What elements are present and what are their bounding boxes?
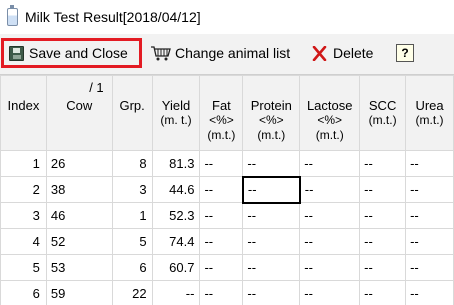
grp-cell[interactable]: 6 bbox=[111, 254, 153, 281]
header-index[interactable]: Index bbox=[0, 75, 47, 151]
protein-cell[interactable]: -- bbox=[242, 280, 301, 305]
fat-cell[interactable]: -- bbox=[199, 228, 244, 255]
save-and-close-button[interactable]: Save and Close bbox=[1, 38, 142, 68]
scc-cell[interactable]: -- bbox=[359, 228, 407, 255]
scc-cell[interactable]: -- bbox=[359, 280, 407, 305]
scc-cell[interactable]: -- bbox=[359, 202, 407, 229]
index-cell: 6 bbox=[0, 280, 47, 305]
header-lactose[interactable]: Lactose <%> (m.t.) bbox=[299, 75, 361, 151]
table-row[interactable]: 3 46 1 52.3 -- -- -- -- -- bbox=[0, 202, 454, 229]
urea-cell[interactable]: -- bbox=[405, 176, 454, 203]
title-bar: Milk Test Result[2018/04/12] bbox=[0, 0, 454, 35]
grp-cell[interactable]: 1 bbox=[111, 202, 153, 229]
protein-cell[interactable]: -- bbox=[242, 228, 301, 255]
header-fat[interactable]: Fat <%> (m.t.) bbox=[199, 75, 244, 151]
cart-icon bbox=[151, 46, 171, 61]
yield-cell[interactable]: -- bbox=[151, 280, 201, 305]
fat-cell[interactable]: -- bbox=[199, 202, 244, 229]
change-animal-list-button[interactable]: Change animal list bbox=[148, 38, 300, 68]
table-row[interactable]: 2 38 3 44.6 -- -- -- -- -- bbox=[0, 175, 454, 204]
cow-cell[interactable]: 52 bbox=[45, 228, 113, 255]
index-cell: 3 bbox=[0, 202, 47, 229]
milk-bottle-icon bbox=[7, 5, 18, 26]
urea-cell[interactable]: -- bbox=[405, 150, 454, 177]
urea-cell[interactable]: -- bbox=[405, 280, 454, 305]
yield-cell[interactable]: 74.4 bbox=[151, 228, 201, 255]
yield-cell[interactable]: 60.7 bbox=[151, 254, 201, 281]
grp-cell[interactable]: 22 bbox=[111, 280, 153, 305]
index-cell: 2 bbox=[0, 176, 47, 203]
help-button[interactable]: ? bbox=[396, 38, 418, 68]
delete-x-icon bbox=[312, 45, 327, 61]
toolbar: Save and Close Change animal list Delete… bbox=[0, 34, 454, 75]
lactose-cell[interactable]: -- bbox=[299, 254, 361, 281]
cow-cell[interactable]: 53 bbox=[45, 254, 113, 281]
scc-cell[interactable]: -- bbox=[359, 254, 407, 281]
fat-cell[interactable]: -- bbox=[199, 150, 244, 177]
urea-cell[interactable]: -- bbox=[405, 254, 454, 281]
lactose-cell[interactable]: -- bbox=[299, 202, 361, 229]
protein-cell[interactable]: -- bbox=[242, 202, 301, 229]
header-urea[interactable]: Urea (m.t.) bbox=[405, 75, 454, 151]
protein-cell[interactable]: -- bbox=[242, 254, 301, 281]
yield-cell[interactable]: 52.3 bbox=[151, 202, 201, 229]
urea-cell[interactable]: -- bbox=[405, 202, 454, 229]
table-row[interactable]: 6 59 22 -- -- -- -- -- -- bbox=[0, 280, 454, 305]
lactose-cell[interactable]: -- bbox=[299, 228, 361, 255]
header-yield[interactable]: Yield (m. t.) bbox=[151, 75, 201, 151]
save-and-close-label: Save and Close bbox=[29, 45, 128, 61]
scc-cell[interactable]: -- bbox=[359, 150, 407, 177]
cow-cell[interactable]: 38 bbox=[45, 176, 113, 203]
fat-cell[interactable]: -- bbox=[199, 254, 244, 281]
yield-cell[interactable]: 81.3 bbox=[151, 150, 201, 177]
help-icon: ? bbox=[396, 44, 414, 62]
header-scc[interactable]: SCC (m.t.) bbox=[359, 75, 407, 151]
protein-cell-active[interactable]: -- bbox=[241, 175, 301, 204]
grp-cell[interactable]: 8 bbox=[111, 150, 153, 177]
window-title: Milk Test Result[2018/04/12] bbox=[25, 9, 201, 25]
index-cell: 4 bbox=[0, 228, 47, 255]
index-cell: 5 bbox=[0, 254, 47, 281]
table-row[interactable]: 1 26 8 81.3 -- -- -- -- -- bbox=[0, 150, 454, 177]
lactose-cell[interactable]: -- bbox=[299, 150, 361, 177]
header-cow[interactable]: / 1 Cow bbox=[45, 75, 113, 151]
header-grp[interactable]: Grp. bbox=[111, 75, 153, 151]
table-row[interactable]: 5 53 6 60.7 -- -- -- -- -- bbox=[0, 254, 454, 281]
scc-cell[interactable]: -- bbox=[359, 176, 407, 203]
cow-count: / 1 bbox=[89, 80, 104, 95]
cow-cell[interactable]: 46 bbox=[45, 202, 113, 229]
header-protein[interactable]: Protein <%> (m.t.) bbox=[242, 75, 301, 151]
grp-cell[interactable]: 3 bbox=[111, 176, 153, 203]
results-table: Index / 1 Cow Grp. Yield (m. t.) Fat <%>… bbox=[0, 75, 454, 305]
urea-cell[interactable]: -- bbox=[405, 228, 454, 255]
cow-cell[interactable]: 59 bbox=[45, 280, 113, 305]
lactose-cell[interactable]: -- bbox=[299, 176, 361, 203]
delete-label: Delete bbox=[333, 45, 374, 61]
floppy-disk-icon bbox=[9, 45, 24, 61]
change-animal-list-label: Change animal list bbox=[175, 45, 291, 61]
fat-cell[interactable]: -- bbox=[199, 280, 244, 305]
lactose-cell[interactable]: -- bbox=[299, 280, 361, 305]
yield-cell[interactable]: 44.6 bbox=[151, 176, 201, 203]
cow-cell[interactable]: 26 bbox=[45, 150, 113, 177]
index-cell: 1 bbox=[0, 150, 47, 177]
delete-button[interactable]: Delete bbox=[310, 38, 390, 68]
protein-cell[interactable]: -- bbox=[242, 150, 301, 177]
fat-cell[interactable]: -- bbox=[199, 176, 244, 203]
table-row[interactable]: 4 52 5 74.4 -- -- -- -- -- bbox=[0, 228, 454, 255]
grp-cell[interactable]: 5 bbox=[111, 228, 153, 255]
milk-test-grid: Index / 1 Cow Grp. Yield (m. t.) Fat <%>… bbox=[0, 75, 454, 305]
